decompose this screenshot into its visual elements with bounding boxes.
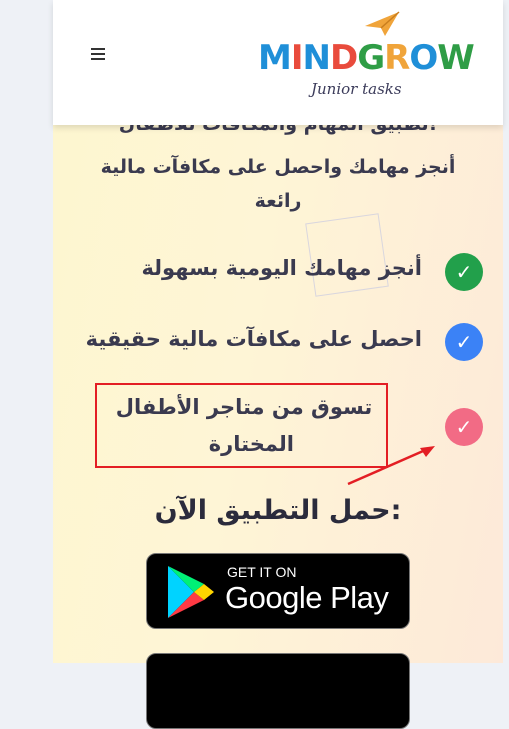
brand-logo[interactable]: MINDGROW Junior tasks (253, 8, 475, 108)
paper-plane-icon (365, 11, 400, 36)
annotation-arrow (347, 446, 435, 486)
page-gutter-left (0, 0, 53, 663)
hamburger-menu-icon[interactable] (91, 48, 105, 61)
google-play-icon (168, 566, 214, 618)
feature-daily-tasks: أنجز مهامك اليومية بسهولة (141, 256, 422, 280)
google-play-large-text: Google Play (225, 580, 389, 615)
google-play-button[interactable]: GET IT ON Google Play (146, 553, 410, 629)
check-icon: ✓ (445, 323, 483, 361)
download-cta-title: حمل التطبيق الآن: (154, 495, 402, 526)
decorative-square (305, 213, 389, 297)
check-icon: ✓ (445, 408, 483, 446)
app-store-button[interactable] (146, 653, 410, 729)
page-gutter-right (503, 0, 509, 663)
brand-wordmark: MINDGROW (258, 38, 475, 78)
intro-line1: أنجز مهامك واحصل على مكافآت مالية (100, 156, 456, 178)
site-header: MINDGROW Junior tasks (53, 0, 503, 125)
google-play-small-text: GET IT ON (227, 564, 297, 580)
feature-real-rewards: احصل على مكافآت مالية حقيقية (85, 327, 422, 351)
check-icon: ✓ (445, 253, 483, 291)
brand-tagline: Junior tasks (311, 80, 402, 98)
intro-line2: رائعة (254, 190, 302, 212)
